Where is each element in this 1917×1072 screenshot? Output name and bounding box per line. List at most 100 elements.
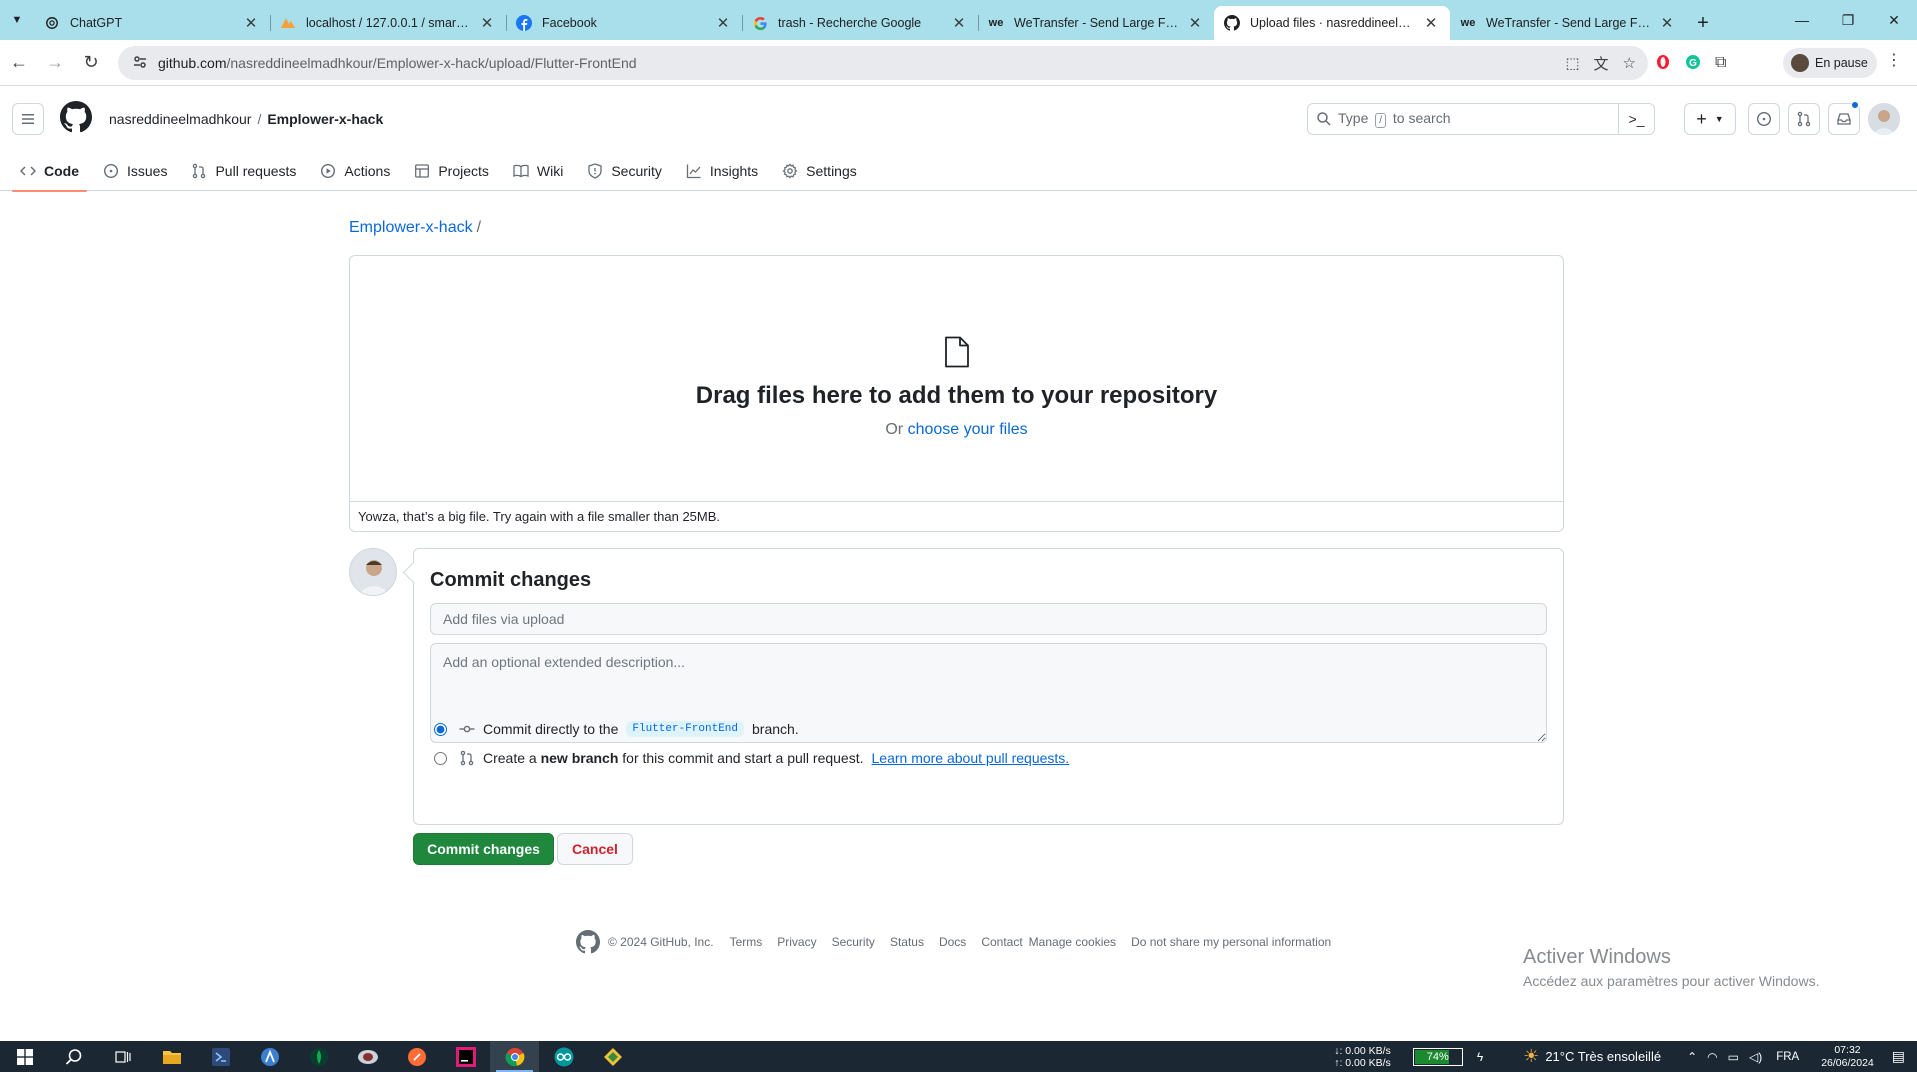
repo-breadcrumb: nasreddineelmadhkour / Emplower-x-hack — [109, 111, 383, 127]
address-bar[interactable]: github.com/nasreddineelmadhkour/Emplower… — [118, 46, 1648, 80]
owner-link[interactable]: nasreddineelmadhkour — [109, 111, 251, 127]
file-explorer-icon[interactable] — [147, 1041, 196, 1072]
hamburger-menu-button[interactable] — [12, 103, 44, 135]
repo-root-link[interactable]: Emplower-x-hack — [349, 219, 473, 236]
translate-icon[interactable]: 文 — [1594, 53, 1609, 74]
close-icon[interactable]: ✕ — [1658, 14, 1676, 32]
new-tab-button[interactable]: + — [1686, 6, 1720, 40]
footer-link-terms[interactable]: Terms — [730, 935, 763, 949]
tab-issues[interactable]: Issues — [95, 151, 175, 191]
chrome-icon[interactable] — [490, 1041, 539, 1072]
cancel-button[interactable]: Cancel — [557, 833, 633, 865]
browser-tab[interactable]: localhost / 127.0.0.1 / smart_do ✕ — [270, 6, 506, 40]
jetbrains-icon[interactable] — [441, 1041, 490, 1072]
window-controls: — ❐ ✕ — [1779, 0, 1917, 40]
mongodb-compass-icon[interactable] — [294, 1041, 343, 1072]
postman-icon[interactable] — [392, 1041, 441, 1072]
commit-direct-radio[interactable] — [434, 722, 447, 736]
restore-icon[interactable]: ❐ — [1825, 0, 1871, 40]
command-palette-icon[interactable]: >_ — [1618, 104, 1654, 134]
tab-code[interactable]: Code — [12, 151, 87, 192]
back-icon[interactable]: ← — [2, 46, 36, 80]
grammarly-extension-icon[interactable]: G — [1685, 54, 1701, 73]
footer-link-docs[interactable]: Docs — [939, 935, 966, 949]
tab-search-button[interactable]: ▼ — [0, 0, 34, 40]
volume-icon[interactable]: ◁) — [1749, 1050, 1762, 1064]
chevron-up-icon[interactable]: ⌃ — [1687, 1050, 1697, 1064]
footer-link-security[interactable]: Security — [832, 935, 875, 949]
url-text: github.com/nasreddineelmadhkour/Emplower… — [158, 55, 637, 71]
battery-indicator[interactable]: 74% — [1412, 1047, 1463, 1066]
wetransfer-icon: we — [988, 17, 1004, 29]
close-window-icon[interactable]: ✕ — [1871, 0, 1917, 40]
close-icon[interactable]: ✕ — [950, 14, 968, 32]
forward-icon[interactable]: → — [38, 46, 72, 80]
search-suffix: to search — [1392, 110, 1451, 126]
profile-button[interactable]: En pause — [1783, 48, 1877, 78]
browser-tab[interactable]: trash - Recherche Google ✕ — [742, 6, 978, 40]
close-icon[interactable]: ✕ — [242, 14, 260, 32]
search-icon[interactable] — [49, 1041, 98, 1072]
footer-link-status[interactable]: Status — [890, 935, 924, 949]
commit-changes-button[interactable]: Commit changes — [413, 833, 554, 865]
repo-link[interactable]: Emplower-x-hack — [267, 111, 383, 127]
footer-link-do-not-share[interactable]: Do not share my personal information — [1131, 935, 1331, 949]
reload-icon[interactable]: ↻ — [74, 46, 108, 80]
browser-tab[interactable]: we WeTransfer - Send Large Files & ✕ — [1450, 6, 1686, 40]
wifi-icon[interactable]: ◠ — [1707, 1050, 1717, 1064]
browser-tab[interactable]: ChatGPT ✕ — [34, 6, 270, 40]
tab-actions[interactable]: Actions — [312, 151, 398, 191]
pull-requests-button[interactable] — [1788, 103, 1820, 135]
facebook-icon — [516, 15, 532, 31]
commit-new-branch-radio[interactable] — [434, 751, 447, 765]
language-indicator[interactable]: FRA — [1776, 1051, 1799, 1063]
weather-widget[interactable]: ☀ 21°C Très ensoleillé — [1523, 1046, 1661, 1067]
choose-files-link[interactable]: choose your files — [908, 421, 1028, 438]
arduino-icon[interactable] — [539, 1041, 588, 1072]
github-logo-icon[interactable] — [60, 101, 92, 136]
create-new-button[interactable]: + ▼ — [1684, 103, 1736, 135]
footer-link-privacy[interactable]: Privacy — [777, 935, 816, 949]
search-input[interactable]: Type / to search >_ — [1307, 103, 1655, 135]
browser-tab[interactable]: Facebook ✕ — [506, 6, 742, 40]
browser-tab-active[interactable]: Upload files · nasreddineelmadh ✕ — [1214, 6, 1450, 40]
commit-summary-input[interactable] — [430, 603, 1547, 635]
tab-projects[interactable]: Projects — [406, 151, 497, 191]
commit-new-branch-option[interactable]: Create a new branch for this commit and … — [434, 750, 1069, 766]
clock[interactable]: 07:32 26/06/2024 — [1821, 1044, 1874, 1070]
tab-pull-requests[interactable]: Pull requests — [183, 151, 304, 191]
windows-start-icon[interactable] — [0, 1041, 49, 1072]
browser-menu-icon[interactable]: ⋮ — [1886, 50, 1902, 70]
git-commit-icon — [459, 725, 475, 733]
user-avatar[interactable] — [1868, 103, 1900, 135]
android-studio-icon[interactable] — [245, 1041, 294, 1072]
bookmark-star-icon[interactable]: ☆ — [1623, 54, 1636, 72]
task-view-icon[interactable] — [98, 1041, 147, 1072]
file-dropzone[interactable]: Drag files here to add them to your repo… — [349, 255, 1564, 532]
tab-security[interactable]: Security — [579, 151, 670, 191]
install-app-icon[interactable]: ⬚ — [1565, 54, 1579, 72]
github-mark-icon[interactable] — [576, 930, 600, 954]
browser-tab[interactable]: we WeTransfer - Send Large Files & ✕ — [978, 6, 1214, 40]
app-icon[interactable] — [588, 1041, 637, 1072]
extensions-puzzle-icon[interactable]: ⧉ — [1715, 54, 1726, 72]
footer-link-manage-cookies[interactable]: Manage cookies — [1029, 935, 1116, 949]
opera-extension-icon[interactable] — [1655, 54, 1671, 73]
close-icon[interactable]: ✕ — [1422, 14, 1440, 32]
tab-settings[interactable]: Settings — [774, 151, 865, 191]
site-info-icon[interactable] — [132, 54, 148, 73]
learn-more-link[interactable]: Learn more about pull requests. — [872, 750, 1070, 766]
minimize-icon[interactable]: — — [1779, 0, 1825, 40]
tab-insights[interactable]: Insights — [678, 151, 766, 191]
close-icon[interactable]: ✕ — [714, 14, 732, 32]
notifications-icon[interactable]: ▤ — [1892, 1048, 1905, 1065]
tab-wiki[interactable]: Wiki — [505, 151, 571, 191]
close-icon[interactable]: ✕ — [478, 14, 496, 32]
commit-direct-option[interactable]: Commit directly to the Flutter-FrontEnd … — [434, 721, 799, 737]
app-icon[interactable] — [343, 1041, 392, 1072]
battery-icon[interactable]: ▭ — [1728, 1050, 1739, 1064]
vscode-icon[interactable] — [196, 1041, 245, 1072]
close-icon[interactable]: ✕ — [1186, 14, 1204, 32]
issues-button[interactable] — [1748, 103, 1780, 135]
footer-link-contact[interactable]: Contact — [981, 935, 1022, 949]
